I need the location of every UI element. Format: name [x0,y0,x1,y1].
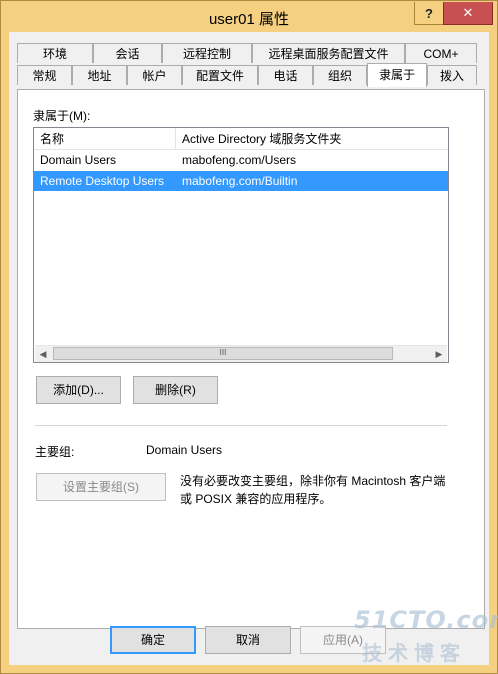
add-button[interactable]: 添加(D)... [36,376,121,404]
tab-address[interactable]: 地址 [72,65,127,85]
tab-com-plus[interactable]: COM+ [405,43,477,63]
dialog-client: 环境 会话 远程控制 远程桌面服务配置文件 COM+ 常规 地址 帐户 配置文件… [9,32,489,665]
tab-telephones[interactable]: 电话 [258,65,313,85]
tab-dial-in[interactable]: 拨入 [427,65,477,85]
tab-environment[interactable]: 环境 [17,43,93,63]
help-button[interactable]: ? [414,2,444,25]
row-name: Remote Desktop Users [40,174,165,188]
ok-button[interactable]: 确定 [110,626,196,654]
title-bar[interactable]: user01 属性 ? ✕ [2,2,496,32]
watermark-logo: 51CTO.com [354,606,498,634]
remove-button[interactable]: 删除(R) [133,376,218,404]
tab-general[interactable]: 常规 [17,65,72,85]
scroll-right-icon[interactable]: ▶ [431,346,447,362]
primary-group-value: Domain Users [146,443,223,457]
tab-organization[interactable]: 组织 [313,65,367,85]
member-of-label: 隶属于(M): [33,109,91,123]
tab-sessions[interactable]: 会话 [93,43,162,63]
row-folder: mabofeng.com/Users [182,153,297,167]
primary-group-label: 主要组: [35,445,75,459]
table-row-selected[interactable]: Remote Desktop Users mabofeng.com/Builti… [34,171,448,191]
tab-member-of[interactable]: 隶属于 [367,63,427,87]
primary-group-note: 没有必要改变主要组，除非你有 Macintosh 客户端或 POSIX 兼容的应… [180,474,446,506]
horizontal-scrollbar[interactable]: ◀ III ▶ [35,345,447,362]
set-primary-group-button[interactable]: 设置主要组(S) [36,473,166,501]
member-of-list[interactable]: 名称 Active Directory 域服务文件夹 Domain Users … [33,127,449,363]
watermark-subtitle: 技术博客 [362,643,466,665]
tab-rds-profile[interactable]: 远程桌面服务配置文件 [252,43,405,63]
tab-profile[interactable]: 配置文件 [182,65,258,85]
scroll-thumb[interactable]: III [53,347,393,360]
scroll-left-icon[interactable]: ◀ [35,346,51,362]
table-row[interactable]: Domain Users mabofeng.com/Users [34,150,448,170]
row-name: Domain Users [40,153,117,167]
dialog-window: user01 属性 ? ✕ 环境 会话 远程控制 远程桌面服务配置文件 COM+… [0,0,498,674]
cancel-button[interactable]: 取消 [205,626,291,654]
tab-remote-control[interactable]: 远程控制 [162,43,252,63]
close-button[interactable]: ✕ [443,2,493,25]
row-folder: mabofeng.com/Builtin [182,174,298,188]
tab-account[interactable]: 帐户 [127,65,182,85]
column-header-folder[interactable]: Active Directory 域服务文件夹 [176,128,448,150]
column-header-name[interactable]: 名称 [34,128,176,150]
separator [35,425,447,426]
